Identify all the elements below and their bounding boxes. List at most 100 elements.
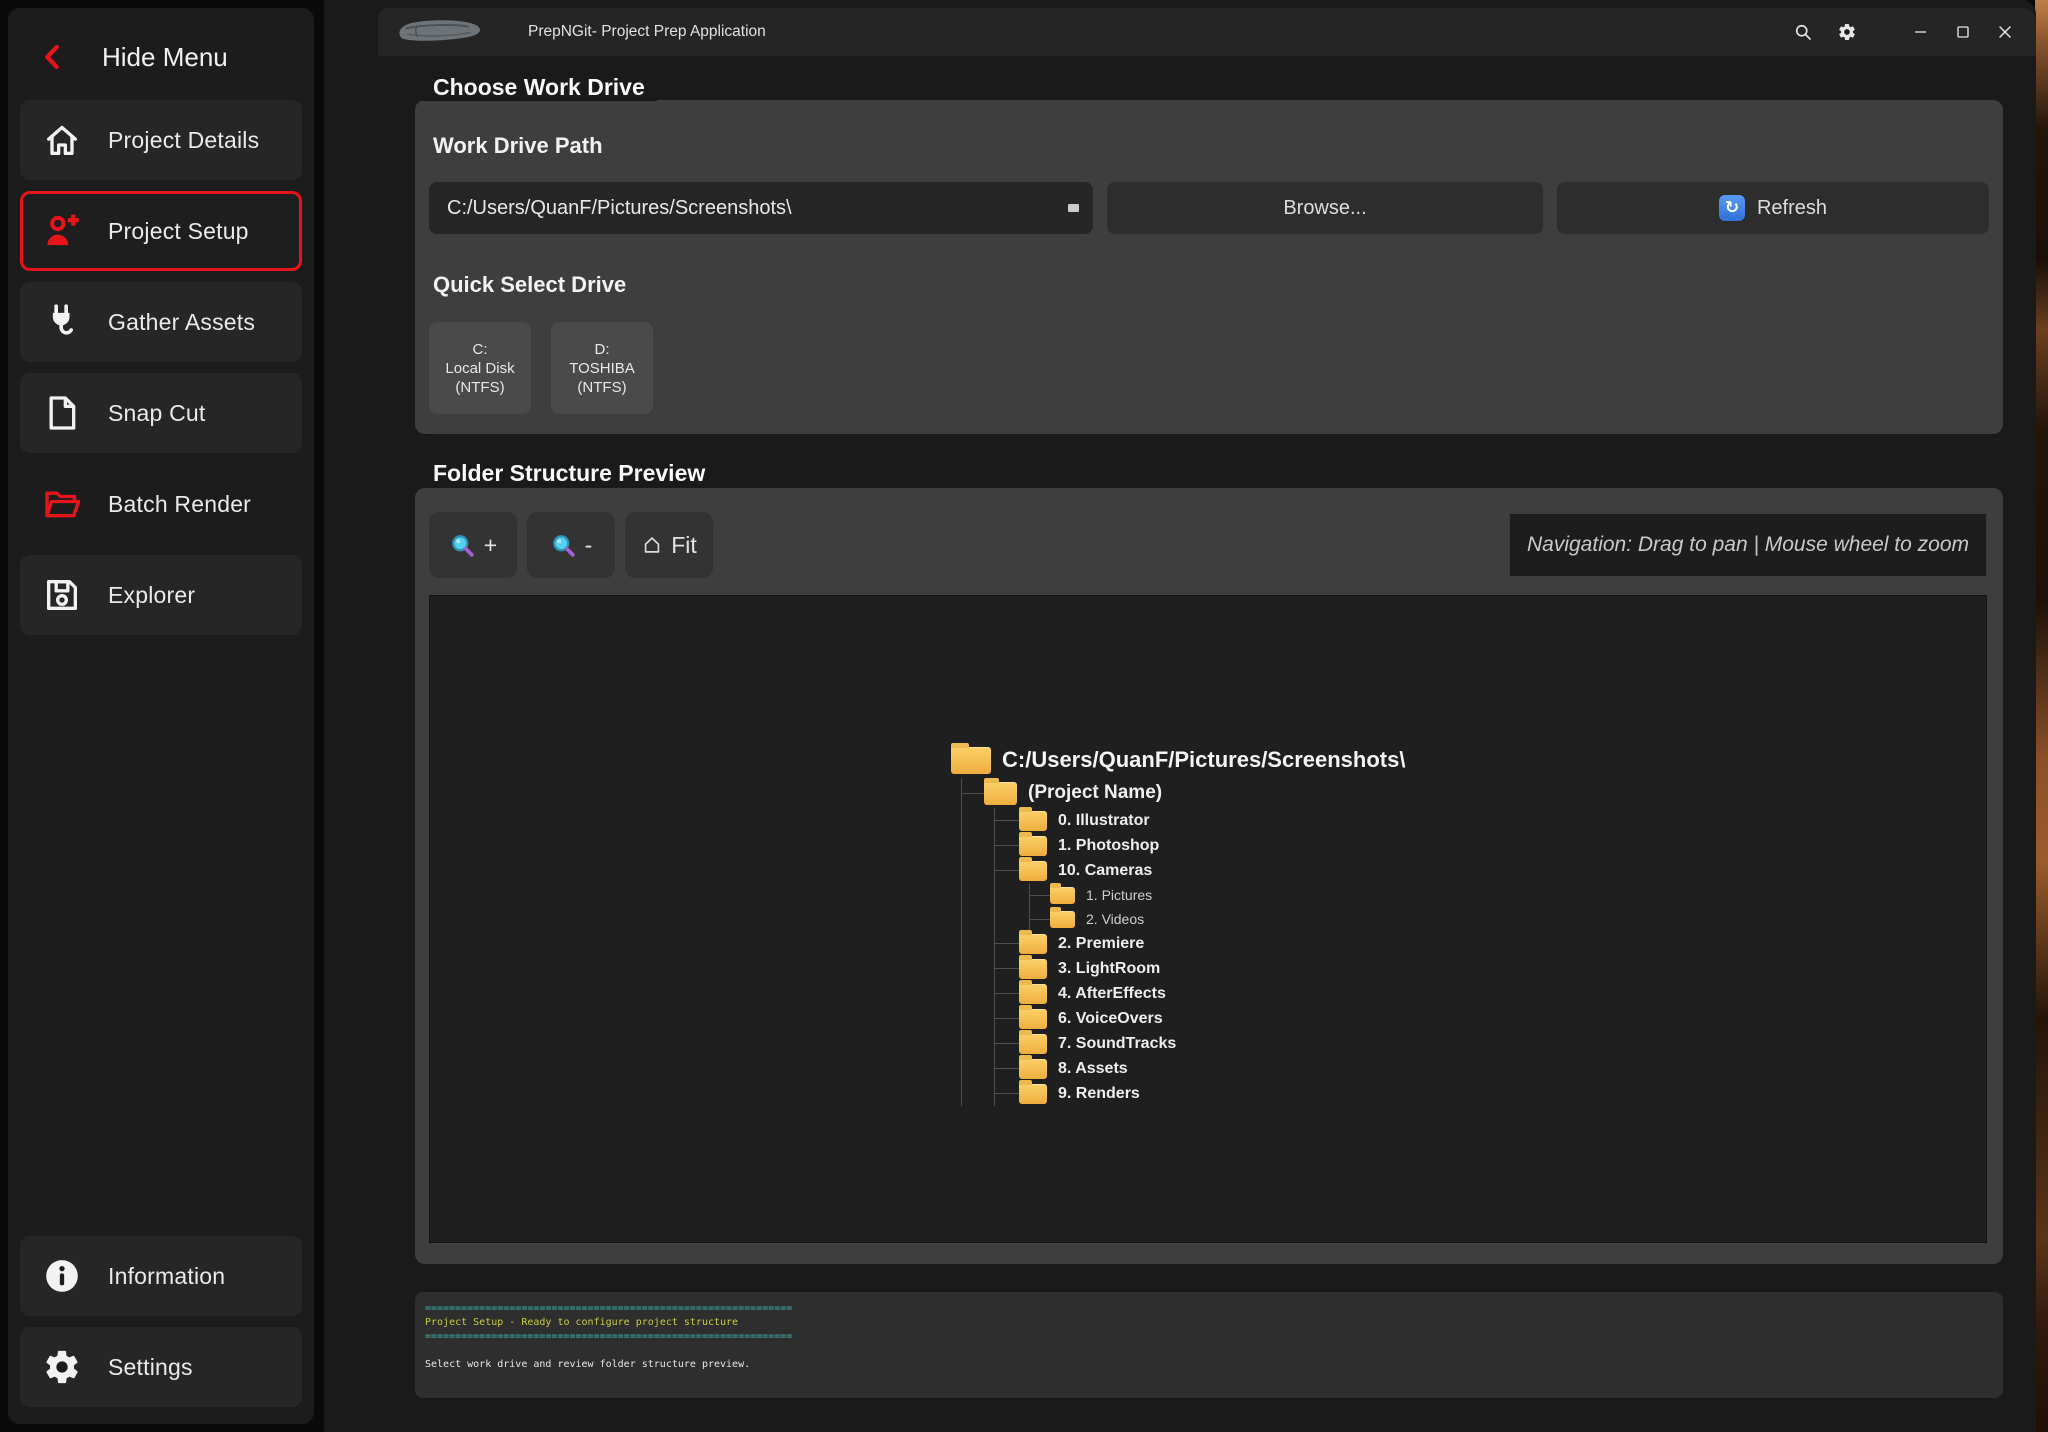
titlebar[interactable]: PrepNGit- Project Prep Application <box>378 8 2036 56</box>
tree-node: C:/Users/QuanF/Pictures/Screenshots\(Pro… <box>951 742 1405 1106</box>
hide-menu-button[interactable]: Hide Menu <box>38 34 314 80</box>
tree-node: 10. Cameras 1. Pictures 2. Videos <box>995 858 1405 931</box>
tree-connector-line <box>995 968 1019 969</box>
sidebar-item-label: Gather Assets <box>108 309 255 336</box>
tree-connector-line <box>962 793 984 794</box>
app-window: Choose Work Drive Folder Structure Previ… <box>0 0 2048 1432</box>
refresh-icon: ↻ <box>1719 195 1745 221</box>
main-content-region: Choose Work Drive Folder Structure Previ… <box>324 0 2036 1432</box>
zoom-in-label: + <box>484 532 497 559</box>
tree-row: 1. Pictures <box>1030 883 1405 907</box>
tree-node-label: 1. Photoshop <box>1058 837 1159 855</box>
document-icon <box>42 393 82 433</box>
tree-node: 7. SoundTracks <box>995 1031 1405 1056</box>
sidebar-item-project-setup[interactable]: Project Setup <box>20 191 302 271</box>
status-panel: ========================================… <box>415 1292 2003 1398</box>
gear-icon <box>42 1347 82 1387</box>
sidebar-item-project-details[interactable]: Project Details <box>20 100 302 180</box>
app-logo <box>394 17 486 47</box>
fit-button[interactable]: Fit <box>625 512 713 578</box>
chevron-left-icon <box>38 42 68 72</box>
tree-row: 10. Cameras <box>995 858 1405 883</box>
drive-button-line: D: <box>551 340 653 359</box>
folder-icon <box>1019 811 1047 831</box>
choose-work-drive-title: Choose Work Drive <box>421 74 657 101</box>
window-title: PrepNGit- Project Prep Application <box>528 23 766 41</box>
sidebar-item-label: Explorer <box>108 582 195 609</box>
tree-node-label: 4. AfterEffects <box>1058 985 1166 1003</box>
tree-connector-line <box>995 845 1019 846</box>
drive-button-d[interactable]: D:TOSHIBA(NTFS) <box>551 322 653 414</box>
drive-button-line: Local Disk <box>429 359 531 378</box>
tree-row: 7. SoundTracks <box>995 1031 1405 1056</box>
tree-row: 3. LightRoom <box>995 956 1405 981</box>
tree-node-label: C:/Users/QuanF/Pictures/Screenshots\ <box>1002 747 1405 773</box>
drive-button-c[interactable]: C:Local Disk(NTFS) <box>429 322 531 414</box>
sidebar-item-gather-assets[interactable]: Gather Assets <box>20 282 302 362</box>
drive-button-line: (NTFS) <box>429 378 531 397</box>
zoom-out-button[interactable]: - <box>527 512 615 578</box>
tree-node: 4. AfterEffects <box>995 981 1405 1006</box>
tree-children: (Project Name)0. Illustrator1. Photoshop… <box>961 778 1405 1106</box>
tree-node-label: 3. LightRoom <box>1058 960 1160 978</box>
sidebar-item-snap-cut[interactable]: Snap Cut <box>20 373 302 453</box>
refresh-button-label: Refresh <box>1757 197 1827 220</box>
tree-node-label: 2. Videos <box>1086 911 1144 927</box>
folder-icon <box>1019 934 1047 954</box>
tree-node-label: 0. Illustrator <box>1058 812 1150 830</box>
choose-work-drive-panel: Work Drive Path Browse... ↻ Refresh Quic… <box>415 100 2003 434</box>
maximize-icon[interactable] <box>1948 17 1978 47</box>
tree-node-label: 8. Assets <box>1058 1060 1128 1078</box>
fit-label: Fit <box>671 532 697 559</box>
tree-connector-line <box>1030 919 1050 920</box>
magnifier-icon <box>449 532 476 559</box>
minimize-icon[interactable] <box>1906 17 1936 47</box>
quick-select-drive-label: Quick Select Drive <box>433 272 626 298</box>
sidebar-item-information[interactable]: Information <box>20 1236 302 1316</box>
house-icon <box>641 534 663 556</box>
combobox-dropdown-icon[interactable] <box>1068 204 1079 212</box>
sidebar-item-explorer[interactable]: Explorer <box>20 555 302 635</box>
status-separator: ========================================… <box>425 1302 792 1316</box>
folder-icon <box>1050 911 1075 928</box>
tree-row: 9. Renders <box>995 1081 1405 1106</box>
tree-node: 8. Assets <box>995 1056 1405 1081</box>
sidebar-item-label: Snap Cut <box>108 400 206 427</box>
folder-tree-canvas[interactable]: C:/Users/QuanF/Pictures/Screenshots\(Pro… <box>429 595 1987 1243</box>
tree-children: 1. Pictures 2. Videos <box>1029 883 1405 931</box>
sidebar: Hide Menu Project Details Project Setup Ga… <box>8 8 314 1424</box>
zoom-in-button[interactable]: + <box>429 512 517 578</box>
folder-icon <box>1019 1009 1047 1029</box>
folder-structure-preview-title: Folder Structure Preview <box>421 460 717 487</box>
status-console: ========================================… <box>425 1302 792 1372</box>
sidebar-item-label: Information <box>108 1263 225 1290</box>
folder-icon <box>1019 836 1047 856</box>
plug-icon <box>42 302 82 342</box>
titlebar-controls <box>1788 17 2036 47</box>
tree-node-label: 7. SoundTracks <box>1058 1035 1176 1053</box>
magnifier-icon <box>550 532 577 559</box>
settings-gear-icon[interactable] <box>1832 17 1862 47</box>
tree-row: 4. AfterEffects <box>995 981 1405 1006</box>
sidebar-item-label: Project Setup <box>108 218 249 245</box>
hide-menu-label: Hide Menu <box>102 42 228 73</box>
sidebar-item-settings[interactable]: Settings <box>20 1327 302 1407</box>
refresh-button[interactable]: ↻ Refresh <box>1557 182 1989 234</box>
browse-button[interactable]: Browse... <box>1107 182 1543 234</box>
tree-node-label: 10. Cameras <box>1058 862 1152 880</box>
work-drive-path-combobox[interactable] <box>429 182 1093 234</box>
folder-icon <box>1019 1059 1047 1079</box>
close-icon[interactable] <box>1990 17 2020 47</box>
tree-row: 0. Illustrator <box>995 808 1405 833</box>
tree-connector-line <box>1030 895 1050 896</box>
work-drive-path-input[interactable] <box>429 197 1068 220</box>
folder-icon <box>1019 861 1047 881</box>
folder-tree: C:/Users/QuanF/Pictures/Screenshots\(Pro… <box>951 742 1405 1106</box>
tree-connector-line <box>995 1043 1019 1044</box>
tree-connector-line <box>995 1018 1019 1019</box>
folder-icon <box>1019 959 1047 979</box>
search-icon[interactable] <box>1788 17 1818 47</box>
tree-node: 6. VoiceOvers <box>995 1006 1405 1031</box>
tree-row: 2. Videos <box>1030 907 1405 931</box>
sidebar-item-batch-render[interactable]: Batch Render <box>20 464 302 544</box>
